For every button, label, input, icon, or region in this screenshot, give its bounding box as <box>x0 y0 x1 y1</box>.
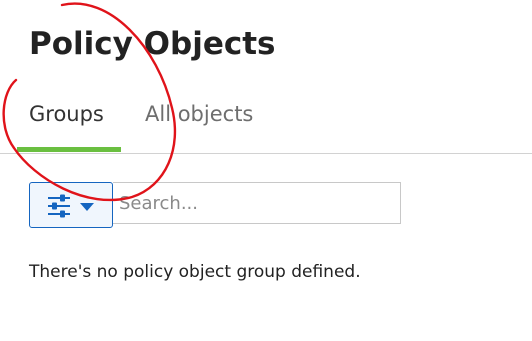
filter-dropdown-button[interactable] <box>29 182 113 228</box>
tab-groups[interactable]: Groups <box>17 90 121 152</box>
caret-down-icon <box>80 203 94 211</box>
tab-bar: Groups All objects <box>0 90 532 154</box>
sliders-icon <box>48 194 70 218</box>
tab-all-objects[interactable]: All objects <box>145 90 253 152</box>
page-title: Policy Objects <box>29 26 276 62</box>
search-input[interactable] <box>113 182 401 224</box>
empty-state-message: There's no policy object group defined. <box>29 262 361 282</box>
